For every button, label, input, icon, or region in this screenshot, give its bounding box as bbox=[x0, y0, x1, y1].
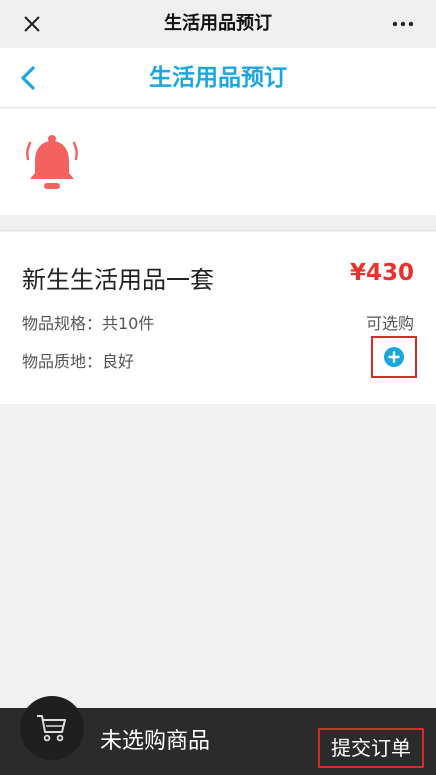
product-price: ¥430 bbox=[349, 260, 414, 286]
system-title-bar: 生活用品预订 bbox=[0, 0, 436, 48]
submit-order-button[interactable]: 提交订单 bbox=[318, 728, 424, 768]
add-to-cart-button[interactable] bbox=[371, 336, 417, 378]
plus-circle-icon bbox=[384, 347, 404, 367]
window-title: 生活用品预订 bbox=[164, 13, 272, 34]
product-spec: 物品规格：共10件 bbox=[22, 314, 155, 333]
cart-button[interactable] bbox=[20, 696, 84, 760]
cart-icon bbox=[37, 715, 66, 742]
cart-status-text: 未选购商品 bbox=[100, 729, 211, 754]
product-material: 物品质地：良好 bbox=[22, 352, 135, 371]
bottom-cart-bar: 未选购商品 提交订单 bbox=[0, 696, 436, 775]
product-card: 新生生活用品一套 ¥430 物品规格：共10件 物品质地：良好 可选购 bbox=[0, 232, 436, 404]
product-name: 新生生活用品一套 bbox=[22, 266, 214, 294]
notice-panel bbox=[0, 109, 436, 215]
section-divider bbox=[0, 215, 436, 231]
back-chevron-icon[interactable] bbox=[14, 62, 44, 94]
app-header: 生活用品预订 bbox=[0, 48, 436, 108]
availability-status: 可选购 bbox=[365, 314, 414, 333]
bell-icon bbox=[26, 135, 78, 189]
more-icon[interactable] bbox=[388, 10, 418, 38]
page-title: 生活用品预订 bbox=[149, 65, 287, 91]
